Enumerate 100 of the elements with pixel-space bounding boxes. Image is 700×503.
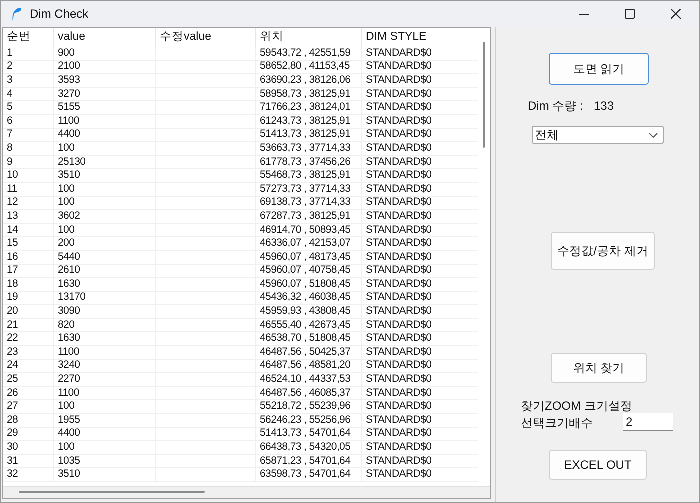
table-cell: 45960,07 , 48173,45 [256,250,362,264]
table-cell: 100 [54,441,156,454]
remove-tolerance-button[interactable]: 수정값/공차 제거 [551,232,655,270]
table-cell: 58652,80 , 41153,45 [256,60,362,74]
zoom-setting-label: 찾기ZOOM 크기설정 [521,398,632,415]
table-cell: 16 [3,250,54,264]
table-cell: 45960,07 , 51808,45 [256,278,362,291]
table-cell: 45959,93 , 43808,45 [256,305,362,318]
filter-dropdown[interactable]: 전체 [532,126,664,144]
table-cell: 3510 [54,468,156,481]
close-icon [671,9,681,19]
table-cell: 4 [3,88,54,100]
table-cell: 25130 [54,156,156,168]
table-cell: 1100 [54,114,156,128]
count-value: 133 [594,98,614,115]
table-cell: 1 [3,47,54,60]
column-header[interactable]: 수정value [156,28,256,47]
table-cell: 2 [3,60,54,74]
table-cell: 67287,73 , 38125,91 [256,210,362,223]
scroll-thumb[interactable] [19,491,205,493]
table-cell: 10 [3,169,54,182]
table-cell: 3270 [54,88,156,100]
table-cell: 4400 [54,128,156,142]
table-cell: 6 [3,114,54,128]
table-cell: 45436,32 , 46038,45 [256,292,362,304]
table-cell: 20 [3,305,54,318]
scale-factor-field[interactable]: 2 [623,413,673,431]
table-cell: 46538,70 , 51808,45 [256,332,362,346]
table-cell: 3090 [54,305,156,318]
table-cell: 53663,73 , 37714,33 [256,142,362,155]
table-cell: 3593 [54,74,156,87]
table-cell: 57273,73 , 37714,33 [256,182,362,196]
table-cell: 46487,56 , 46085,37 [256,386,362,400]
column-header[interactable]: value [54,28,156,47]
table-cell: 32 [3,468,54,481]
table-cell: 71766,23 , 38124,01 [256,101,362,114]
table-cell: 30 [3,441,54,454]
table-cell: 15 [3,237,54,250]
table-cell: 13170 [54,292,156,304]
horizontal-scrollbar[interactable] [3,486,490,498]
table-cell: 1630 [54,278,156,291]
table-cell: 1955 [54,414,156,427]
table-cell: 4400 [54,428,156,440]
maximize-icon [625,9,635,19]
table-cell: 25 [3,373,54,386]
app-icon [10,7,22,21]
chevron-down-icon [649,132,658,138]
table-cell: 13 [3,210,54,223]
table-cell: 1630 [54,332,156,346]
table-cell: 100 [54,196,156,210]
table-cell: 2610 [54,264,156,278]
table-cell: 61243,73 , 38125,91 [256,114,362,128]
table-cell: 24 [3,360,54,372]
table-cell: 100 [54,142,156,155]
table-cell: 65871,23 , 54701,64 [256,454,362,468]
table-cell: 2270 [54,373,156,386]
table-cell: 63598,73 , 54701,64 [256,468,362,481]
table-cell: 31 [3,454,54,468]
table-cell: 46336,07 , 42153,07 [256,237,362,250]
scroll-thumb[interactable] [483,42,485,148]
table-cell: 46524,10 , 44337,53 [256,373,362,386]
table-cell: 3240 [54,360,156,372]
scale-factor-label: 선택크기배수 [521,415,593,432]
table-cell: 18 [3,278,54,291]
column-header[interactable]: 순번 [3,28,54,47]
table-cell: 1035 [54,454,156,468]
table-cell: 19 [3,292,54,304]
table-cell: 46555,40 , 42673,45 [256,318,362,332]
table-cell: 29 [3,428,54,440]
table-cell: 58958,73 , 38125,91 [256,88,362,100]
table-cell: 1100 [54,346,156,359]
table-cell: 100 [54,400,156,414]
table-cell: 55218,72 , 55239,96 [256,400,362,414]
table-cell: 7 [3,128,54,142]
table-cell: 55468,73 , 38125,91 [256,169,362,182]
table-cell: 3510 [54,169,156,182]
column-header[interactable]: 위치 [256,28,362,47]
table-cell: 8 [3,142,54,155]
table-cell: 28 [3,414,54,427]
table-cell: 27 [3,400,54,414]
table-cell: 100 [54,182,156,196]
table-cell: 46487,56 , 48581,20 [256,360,362,372]
excel-export-button[interactable]: EXCEL OUT [549,450,647,480]
table-cell: 51413,73 , 38125,91 [256,128,362,142]
table-cell: 26 [3,386,54,400]
table-cell: 100 [54,224,156,236]
table-cell: 5440 [54,250,156,264]
table-cell: 820 [54,318,156,332]
table-cell: 45960,07 , 40758,45 [256,264,362,278]
read-drawing-button[interactable]: 도면 읽기 [549,53,649,85]
table-cell: 900 [54,47,156,60]
find-location-button[interactable]: 위치 찾기 [551,353,647,383]
table-cell: 5155 [54,101,156,114]
table-cell: 59543,72 , 42551,59 [256,47,362,60]
window-title: Dim Check [30,6,89,23]
table-cell: 46487,56 , 50425,37 [256,346,362,359]
table-cell: 69138,73 , 37714,33 [256,196,362,210]
table-cell: 5 [3,101,54,114]
table-cell: 3 [3,74,54,87]
table-cell: 9 [3,156,54,168]
